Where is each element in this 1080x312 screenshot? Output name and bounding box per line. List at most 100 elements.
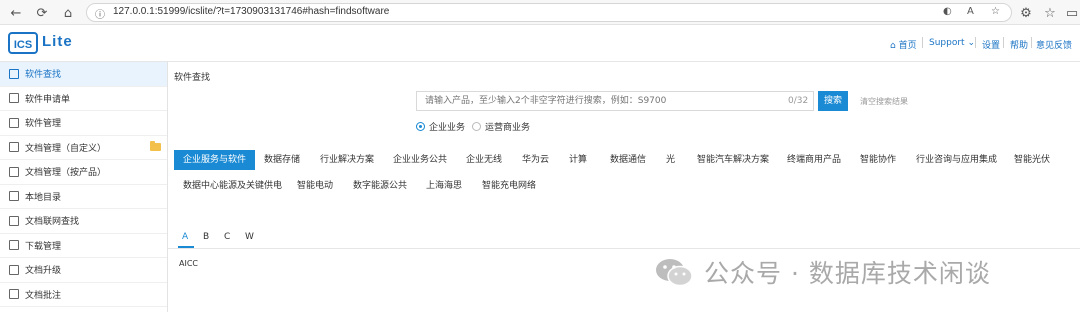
- back-icon[interactable]: ←: [6, 3, 26, 23]
- category-tab[interactable]: 数据中心能源及关键供电: [183, 176, 282, 196]
- favorites-icon[interactable]: ☆: [1040, 3, 1060, 23]
- help-link[interactable]: 帮助: [1010, 38, 1028, 51]
- home-link[interactable]: ⌂ 首页: [890, 38, 917, 51]
- edit-doc-icon: [9, 142, 19, 153]
- home-icon[interactable]: ⌂: [58, 3, 78, 23]
- upgrade-icon: [9, 264, 19, 275]
- clear-results-link[interactable]: 清空搜索结果: [860, 96, 908, 107]
- radio-checked-icon: [416, 122, 425, 131]
- search-input[interactable]: [416, 91, 814, 111]
- folder-icon[interactable]: [150, 140, 161, 151]
- sidebar-item-label: 下载管理: [25, 241, 62, 252]
- sidebar-item-label: 软件申请单: [25, 94, 71, 105]
- divider: [922, 37, 923, 48]
- category-tab[interactable]: 智能光伏: [1014, 150, 1050, 170]
- letter-tab-b[interactable]: B: [203, 232, 209, 242]
- support-label: Support: [929, 38, 965, 48]
- divider: [975, 37, 976, 48]
- category-tab[interactable]: 数据存储: [264, 150, 300, 170]
- address-bar[interactable]: ⓘ 127.0.0.1:51999/icslite/?t=17309031317…: [86, 3, 1012, 22]
- app-header: ICS Lite ⌂ 首页 Support ⌄ 设置 帮助 意见反馈: [0, 25, 1080, 62]
- sidebar-item-label: 文档管理（按产品）: [25, 168, 107, 179]
- sidebar-item-software-manage[interactable]: 软件管理: [0, 111, 167, 136]
- category-tab[interactable]: 智能充电网络: [482, 176, 536, 196]
- sidebar-item-label: 软件管理: [25, 119, 62, 130]
- category-tab[interactable]: 数字能源公共: [353, 176, 407, 196]
- search-doc-icon: [9, 68, 19, 79]
- category-tab[interactable]: 数据通信: [610, 150, 646, 170]
- download-icon: [9, 240, 19, 251]
- favorite-star-icon[interactable]: ☆: [991, 6, 1000, 17]
- tree-icon: [9, 191, 19, 202]
- category-tab[interactable]: 智能协作: [860, 150, 896, 170]
- reload-icon[interactable]: ⟳: [32, 3, 52, 23]
- page-title: 软件查找: [174, 73, 211, 83]
- radio-unchecked-icon: [472, 122, 481, 131]
- char-count: 0/32: [788, 96, 809, 106]
- category-tab[interactable]: 光: [666, 150, 675, 170]
- sidebar-item-label: 文档升级: [25, 266, 62, 277]
- settings-link[interactable]: 设置: [982, 38, 1000, 51]
- letter-tab-w[interactable]: W: [245, 232, 254, 242]
- sidebar-item-label: 文档联网查找: [25, 217, 80, 228]
- radio-carrier[interactable]: 运营商业务: [472, 120, 530, 133]
- svg-text:ICS: ICS: [14, 39, 32, 51]
- category-tab[interactable]: 企业无线: [466, 150, 502, 170]
- letter-tab-a[interactable]: A: [182, 232, 188, 242]
- feedback-link[interactable]: 意见反馈: [1036, 38, 1072, 51]
- divider: [168, 248, 1080, 249]
- edit-doc-icon: [9, 166, 19, 177]
- category-tab[interactable]: 上海海思: [426, 176, 462, 196]
- sidebar-item-label: 文档批注: [25, 290, 62, 301]
- sidebar: 软件查找 软件申请单 软件管理 文档管理（自定义） 文档管理（按产品） 本地目录…: [0, 62, 168, 312]
- sidebar-item-doc-upgrade[interactable]: 文档升级: [0, 258, 167, 283]
- sidebar-item-download[interactable]: 下载管理: [0, 234, 167, 258]
- sidebar-item-label: 软件查找: [25, 70, 62, 81]
- extensions-icon[interactable]: ⚙: [1016, 3, 1036, 23]
- sidebar-item-doc-comment[interactable]: 文档批注: [0, 283, 167, 307]
- radio-enterprise[interactable]: 企业业务: [416, 120, 465, 133]
- support-dropdown[interactable]: Support ⌄: [929, 38, 975, 48]
- sidebar-item-software-search[interactable]: 软件查找: [0, 62, 167, 87]
- edit-doc-icon: [9, 93, 19, 104]
- category-tab[interactable]: 华为云: [522, 150, 549, 170]
- collections-icon[interactable]: ▭: [1062, 3, 1080, 23]
- sidebar-item-doc-product[interactable]: 文档管理（按产品）: [0, 160, 167, 185]
- search-doc-icon: [9, 215, 19, 226]
- ics-logo-icon: ICS: [8, 32, 38, 54]
- sidebar-item-label: 文档管理（自定义）: [25, 143, 107, 154]
- category-tab[interactable]: 计算: [569, 150, 587, 170]
- wechat-icon: [656, 259, 693, 287]
- home-link-label: 首页: [898, 41, 917, 51]
- sidebar-item-software-request[interactable]: 软件申请单: [0, 87, 167, 111]
- comment-icon: [9, 289, 19, 300]
- app-name: Lite: [42, 33, 73, 50]
- category-tab[interactable]: 企业服务与软件: [174, 150, 256, 170]
- search-button[interactable]: 搜索: [818, 91, 848, 111]
- category-bar: 企业服务与软件 数据存储 行业解决方案 企业业务公共 企业无线 华为云 计算 数…: [174, 150, 1074, 210]
- result-item[interactable]: AICC: [179, 259, 198, 268]
- watermark-text: 公众号 · 数据库技术闲谈: [704, 259, 991, 288]
- sidebar-item-local-dir[interactable]: 本地目录: [0, 185, 167, 209]
- category-tab[interactable]: 智能电动: [297, 176, 333, 196]
- translate-icon[interactable]: ◐: [943, 6, 952, 17]
- divider: [1003, 37, 1004, 48]
- category-tab[interactable]: 智能汽车解决方案: [697, 150, 769, 170]
- sidebar-item-label: 本地目录: [25, 192, 62, 203]
- radio-label: 运营商业务: [485, 123, 531, 133]
- radio-label: 企业业务: [429, 123, 466, 133]
- grid-icon: [9, 117, 19, 128]
- category-tab[interactable]: 行业解决方案: [320, 150, 374, 170]
- sidebar-item-doc-custom[interactable]: 文档管理（自定义）: [0, 136, 167, 160]
- info-icon[interactable]: ⓘ: [95, 6, 105, 21]
- browser-toolbar: ← ⟳ ⌂ ⓘ 127.0.0.1:51999/icslite/?t=17309…: [0, 0, 1080, 25]
- divider: [1031, 37, 1032, 48]
- category-tab[interactable]: 行业咨询与应用集成: [916, 150, 997, 170]
- category-tab[interactable]: 终端商用产品: [787, 150, 841, 170]
- category-tab[interactable]: 企业业务公共: [393, 150, 447, 170]
- read-aloud-icon[interactable]: A: [967, 6, 974, 17]
- letter-tab-c[interactable]: C: [224, 232, 230, 242]
- url-text: 127.0.0.1:51999/icslite/?t=1730903131746…: [113, 6, 390, 17]
- watermark: 公众号 · 数据库技术闲谈: [654, 254, 991, 290]
- sidebar-item-online-search[interactable]: 文档联网查找: [0, 209, 167, 234]
